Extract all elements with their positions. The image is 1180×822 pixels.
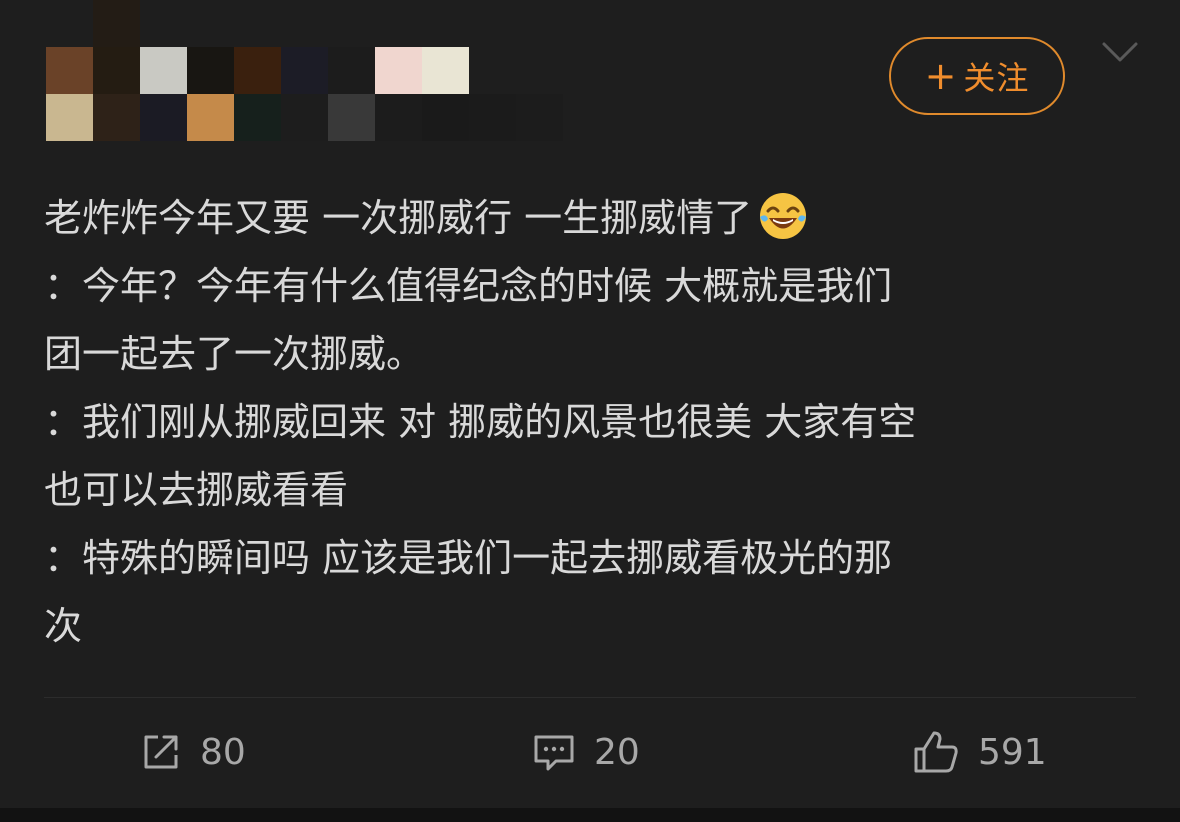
post-line: ：我们刚从挪威回来 对 挪威的风景也很美 大家有空 [44, 400, 917, 444]
thumbs-up-icon [914, 731, 958, 773]
post-line: 团一起去了一次挪威。 [44, 332, 425, 376]
share-icon [144, 735, 178, 769]
divider [44, 697, 1136, 698]
post-line: 老炸炸今年又要 一次挪威行 一生挪威情了 [44, 184, 1144, 252]
post-text: 老炸炸今年又要 一次挪威行 一生挪威情了 ：今年？今年有什么值得纪念的时候 大概… [44, 184, 1144, 660]
post-line: ：特殊的瞬间吗 应该是我们一起去挪威看极光的那 [44, 536, 893, 580]
post-line: 也可以去挪威看看 [44, 468, 349, 512]
repost-count: 80 [200, 731, 246, 773]
like-button[interactable]: 591 [912, 722, 1047, 782]
like-count: 591 [978, 731, 1047, 773]
comment-count: 20 [594, 731, 640, 773]
laughing-crying-emoji [760, 193, 807, 239]
repost-button[interactable]: 80 [140, 722, 246, 782]
post-card: + 关注 老炸炸今年又要 一次挪威行 一生挪威情了 ：今年？今年有什么值得纪念的… [0, 0, 1180, 808]
pixelated-user-info[interactable] [46, 0, 666, 142]
comment-icon [534, 735, 574, 771]
follow-button[interactable]: + 关注 [889, 37, 1065, 115]
follow-label: 关注 [963, 59, 1030, 97]
comment-button[interactable]: 20 [532, 722, 640, 782]
separator-strip [0, 808, 1180, 822]
post-line: ：今年？今年有什么值得纪念的时候 大概就是我们 [44, 264, 893, 308]
post-line: 次 [44, 604, 83, 648]
chevron-down-icon[interactable] [1100, 38, 1140, 68]
plus-icon: + [924, 54, 958, 98]
